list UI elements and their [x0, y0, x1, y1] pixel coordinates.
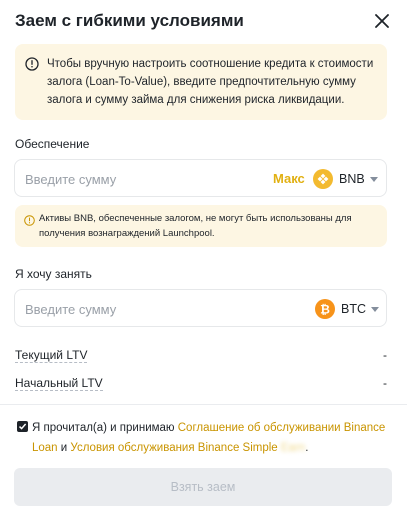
- agreement-text: Я прочитал(а) и принимаю Соглашение об о…: [32, 418, 387, 458]
- agreement-middle: и: [57, 442, 71, 454]
- borrow-amount-field: ₿ BTC: [14, 289, 387, 327]
- initial-ltv-label[interactable]: Начальный LTV: [15, 376, 103, 391]
- simple-earn-terms-link[interactable]: Условия обслуживания Binance Simple Earn: [70, 442, 305, 454]
- initial-ltv-value: -: [383, 376, 387, 390]
- borrow-label: Я хочу занять: [15, 267, 92, 281]
- borrow-coin-name: BTC: [341, 302, 366, 316]
- current-ltv-row: Текущий LTV -: [15, 348, 387, 364]
- chevron-down-icon: [371, 306, 379, 312]
- chevron-down-icon: [369, 176, 378, 182]
- simple-earn-terms-text: Условия обслуживания Binance Simple: [70, 442, 278, 454]
- dialog-title: Заем с гибкими условиями: [15, 11, 244, 30]
- close-icon[interactable]: [372, 11, 392, 31]
- collateral-coin-name: BNB: [339, 172, 365, 186]
- agreement-suffix: .: [305, 442, 309, 454]
- collateral-amount-field: Макс BNB: [14, 159, 387, 197]
- agreement-prefix: Я прочитал(а) и принимаю: [32, 422, 178, 434]
- collateral-label: Обеспечение: [15, 137, 90, 151]
- borrow-coin-select[interactable]: ₿ BTC: [315, 298, 379, 320]
- blurred-text: Earn: [280, 442, 306, 454]
- agreement-checkbox[interactable]: [17, 421, 28, 432]
- bnb-coin-icon: [313, 169, 333, 189]
- ltv-info-notice: Чтобы вручную настроить соотношение кред…: [15, 44, 387, 120]
- launchpool-warning: Активы BNB, обеспеченные залогом, не мог…: [15, 205, 387, 247]
- initial-ltv-row: Начальный LTV -: [15, 376, 387, 392]
- max-button[interactable]: Макс: [273, 171, 305, 186]
- btc-coin-icon: ₿: [315, 299, 335, 319]
- warning-icon: [24, 213, 35, 226]
- info-icon: [25, 57, 39, 71]
- collateral-coin-select[interactable]: BNB: [313, 168, 378, 190]
- notice-text: Чтобы вручную настроить соотношение кред…: [47, 58, 374, 106]
- current-ltv-label[interactable]: Текущий LTV: [15, 348, 88, 363]
- borrow-submit-button[interactable]: Взять заем: [14, 468, 392, 506]
- dialog-header: Заем с гибкими условиями: [15, 10, 392, 32]
- collateral-amount-input[interactable]: [25, 169, 255, 189]
- divider: [0, 404, 407, 405]
- warning-text: Активы BNB, обеспеченные залогом, не мог…: [39, 213, 352, 239]
- svg-text:₿: ₿: [320, 303, 330, 317]
- current-ltv-value: -: [383, 348, 387, 362]
- borrow-amount-input[interactable]: [25, 299, 255, 319]
